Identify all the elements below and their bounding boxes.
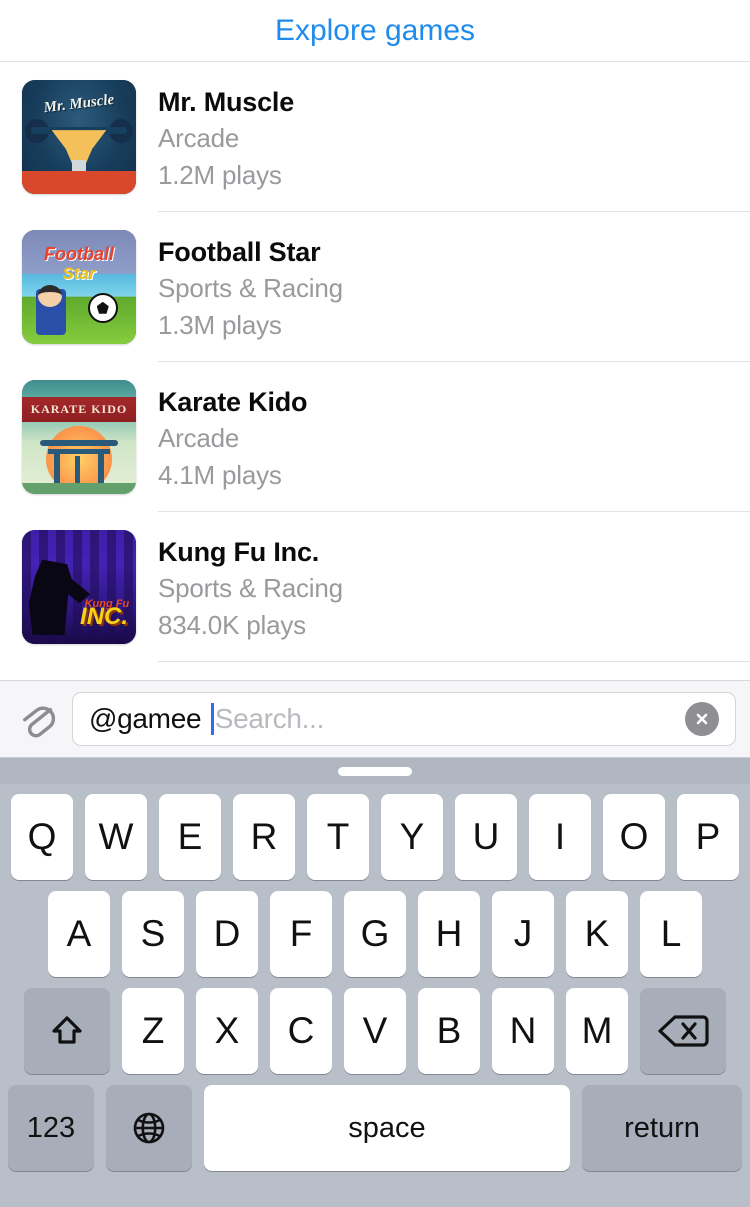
return-key[interactable]: return <box>582 1085 742 1171</box>
game-info: Football Star Sports & Racing 1.3M plays <box>158 212 750 362</box>
search-input-placeholder: Search... <box>214 703 325 734</box>
keyboard-drag-handle[interactable] <box>338 766 412 776</box>
key-y[interactable]: Y <box>381 794 443 880</box>
game-plays: 4.1M plays <box>158 460 282 490</box>
clear-icon[interactable] <box>685 702 719 736</box>
key-u[interactable]: U <box>455 794 517 880</box>
game-info: Mr. Muscle Arcade 1.2M plays <box>158 62 750 212</box>
games-list[interactable]: Mr. Muscle Mr. Muscle Arcade 1.2M plays <box>0 62 750 680</box>
key-l[interactable]: L <box>640 891 702 977</box>
keyboard-row-2: A S D F G H J K L <box>0 891 750 977</box>
game-title: Mr. Muscle <box>158 87 295 117</box>
game-title: Karate Kido <box>158 387 308 417</box>
key-s[interactable]: S <box>122 891 184 977</box>
key-m[interactable]: M <box>566 988 628 1074</box>
search-input[interactable]: @gamee Search... <box>72 692 736 746</box>
keyboard-row-3: Z X C V B N M <box>0 988 750 1074</box>
paperclip-icon[interactable] <box>10 691 66 747</box>
key-t[interactable]: T <box>307 794 369 880</box>
keyboard-row-1: Q W E R T Y U I O P <box>0 794 750 880</box>
key-j[interactable]: J <box>492 891 554 977</box>
game-plays: 1.3M plays <box>158 310 282 340</box>
game-thumbnail-wrap: Football Star <box>0 212 158 362</box>
key-b[interactable]: B <box>418 988 480 1074</box>
backspace-key[interactable] <box>640 988 726 1074</box>
key-d[interactable]: D <box>196 891 258 977</box>
game-category: Arcade <box>158 423 240 453</box>
key-v[interactable]: V <box>344 988 406 1074</box>
backspace-icon <box>658 1015 709 1047</box>
list-divider <box>158 661 750 662</box>
globe-icon <box>133 1112 165 1144</box>
shift-key[interactable] <box>24 988 110 1074</box>
page-title[interactable]: Explore games <box>275 14 475 48</box>
key-h[interactable]: H <box>418 891 480 977</box>
list-item[interactable]: Kung Fu INC. Kung Fu Inc. Sports & Racin… <box>0 512 750 662</box>
game-thumbnail: Football Star <box>22 230 136 344</box>
game-title: Football Star <box>158 237 321 267</box>
header-bar: Explore games <box>0 0 750 62</box>
game-plays: 1.2M plays <box>158 160 282 190</box>
key-e[interactable]: E <box>159 794 221 880</box>
keyboard-row-4: 123 space return <box>0 1085 750 1171</box>
search-input-value: @gamee <box>89 703 209 734</box>
shift-arrow-icon <box>52 1016 82 1044</box>
space-key[interactable]: space <box>204 1085 570 1171</box>
game-plays: 834.0K plays <box>158 610 306 640</box>
game-thumbnail: KARATE KIDO <box>22 380 136 494</box>
numeric-key[interactable]: 123 <box>8 1085 94 1171</box>
on-screen-keyboard[interactable]: Q W E R T Y U I O P A S D F G H J K L Z … <box>0 758 750 1207</box>
key-c[interactable]: C <box>270 988 332 1074</box>
key-a[interactable]: A <box>48 891 110 977</box>
keyboard-drag-handle-area[interactable] <box>0 758 750 784</box>
game-thumbnail: Kung Fu INC. <box>22 530 136 644</box>
game-thumbnail-wrap: Kung Fu INC. <box>0 512 158 662</box>
app-root: Explore games Mr. Muscle Mr. Muscle Arca… <box>0 0 750 1207</box>
key-r[interactable]: R <box>233 794 295 880</box>
game-category: Sports & Racing <box>158 573 343 603</box>
key-f[interactable]: F <box>270 891 332 977</box>
key-n[interactable]: N <box>492 988 554 1074</box>
key-x[interactable]: X <box>196 988 258 1074</box>
key-i[interactable]: I <box>529 794 591 880</box>
thumb-art-title: KARATE KIDO <box>30 402 128 417</box>
game-thumbnail-wrap: Mr. Muscle <box>0 62 158 212</box>
thumb-art-subtitle: Star <box>62 264 96 284</box>
key-k[interactable]: K <box>566 891 628 977</box>
game-category: Arcade <box>158 123 240 153</box>
globe-key[interactable] <box>106 1085 192 1171</box>
game-info: Karate Kido Arcade 4.1M plays <box>158 362 750 512</box>
key-w[interactable]: W <box>85 794 147 880</box>
list-item[interactable]: KARATE KIDO Karate Kido Arcade 4.1M play… <box>0 362 750 512</box>
list-item[interactable]: Football Star Football Star Sports & Rac… <box>0 212 750 362</box>
list-item[interactable]: Mr. Muscle Mr. Muscle Arcade 1.2M plays <box>0 62 750 212</box>
game-info: Kung Fu Inc. Sports & Racing 834.0K play… <box>158 512 750 662</box>
text-caret <box>210 703 214 735</box>
key-o[interactable]: O <box>603 794 665 880</box>
game-thumbnail: Mr. Muscle <box>22 80 136 194</box>
key-g[interactable]: G <box>344 891 406 977</box>
game-thumbnail-wrap: KARATE KIDO <box>0 362 158 512</box>
key-p[interactable]: P <box>677 794 739 880</box>
game-category: Sports & Racing <box>158 273 343 303</box>
key-z[interactable]: Z <box>122 988 184 1074</box>
thumb-art-title: Mr. Muscle <box>42 91 116 117</box>
key-q[interactable]: Q <box>11 794 73 880</box>
message-input-bar: @gamee Search... <box>0 680 750 758</box>
thumb-art-title: Football <box>44 243 114 264</box>
game-title: Kung Fu Inc. <box>158 537 320 567</box>
thumb-art-subtitle: INC. <box>80 603 129 631</box>
